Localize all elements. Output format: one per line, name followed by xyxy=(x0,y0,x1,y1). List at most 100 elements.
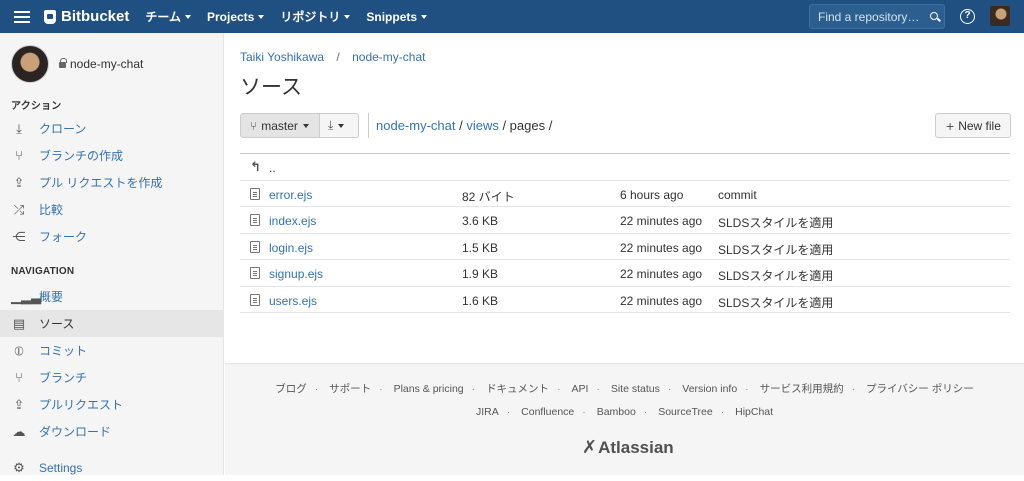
footer-link-api[interactable]: API xyxy=(571,383,588,395)
file-icon xyxy=(250,293,260,306)
table-row: index.ejs 3.6 KB 22 minutes ago SLDSスタイル… xyxy=(240,207,1010,234)
sidebar-item-label: 比較 xyxy=(39,203,64,217)
repo-header: node-my-chat xyxy=(11,45,143,83)
sidebar-item-create-pull-request[interactable]: ⇪ プル リクエストを作成 xyxy=(0,169,224,196)
overview-icon: ▁▂▃ xyxy=(11,288,41,304)
repo-avatar[interactable] xyxy=(11,45,49,83)
footer-link-jira[interactable]: JIRA xyxy=(476,406,499,418)
new-file-button[interactable]: + New file xyxy=(935,113,1011,138)
sidebar-item-compare[interactable]: ⤮ 比較 xyxy=(0,196,224,223)
sidebar-item-downloads[interactable]: ☁ ダウンロード xyxy=(0,418,224,445)
sidebar-item-clone[interactable]: ⤓ クローン xyxy=(0,115,224,142)
help-icon[interactable]: ? xyxy=(960,9,975,24)
sidebar-item-branches[interactable]: ⑂ ブランチ xyxy=(0,364,224,391)
search-placeholder: Find a repository… xyxy=(818,9,920,24)
chevron-down-icon xyxy=(421,14,428,19)
path-segment-current: / pages / xyxy=(498,118,553,133)
file-icon xyxy=(250,214,260,226)
footer-link-site-status[interactable]: Site status xyxy=(611,383,660,395)
chevron-down-icon xyxy=(338,123,345,128)
source-icon: ▤ xyxy=(12,315,26,331)
branch-icon: ⑂ xyxy=(15,370,23,385)
actions-heading: アクション xyxy=(11,101,62,112)
atlassian-wordmark: Atlassian xyxy=(598,437,674,457)
sidebar-item-label: 概要 xyxy=(39,290,64,304)
breadcrumb-repo[interactable]: node-my-chat xyxy=(352,50,425,64)
branch-selector-button[interactable]: ⑂ master xyxy=(240,113,320,138)
file-size: 82 バイト xyxy=(462,189,515,204)
file-icon xyxy=(250,267,260,279)
footer-link-support[interactable]: サポート xyxy=(329,383,371,395)
file-icon xyxy=(250,240,260,253)
table-row: users.ejs 1.6 KB 22 minutes ago SLDSスタイル… xyxy=(240,287,1010,313)
footer-link-version-info[interactable]: Version info xyxy=(682,383,737,395)
chevron-down-icon xyxy=(258,14,265,19)
sidebar-item-label: ダウンロード xyxy=(39,425,112,439)
search-icon[interactable] xyxy=(928,9,944,25)
file-name[interactable]: login.ejs xyxy=(269,241,313,255)
footer-link-privacy[interactable]: プライバシー ポリシー xyxy=(866,383,974,395)
table-row: login.ejs 1.5 KB 22 minutes ago SLDSスタイル… xyxy=(240,234,1010,260)
file-name[interactable]: error.ejs xyxy=(269,188,312,202)
repo-name[interactable]: node-my-chat xyxy=(59,57,143,71)
footer-link-pricing[interactable]: Plans & pricing xyxy=(394,383,464,395)
sidebar-item-overview[interactable]: ▁▂▃ 概要 xyxy=(0,283,224,310)
file-size: 1.9 KB xyxy=(462,267,499,281)
nav-teams[interactable]: チーム xyxy=(145,8,191,25)
sidebar-item-label: ソース xyxy=(39,317,75,331)
page-title: ソース xyxy=(240,76,302,99)
footer-link-docs[interactable]: ドキュメント xyxy=(486,383,549,395)
bitbucket-logo[interactable]: Bitbucket xyxy=(44,8,129,25)
menu-icon[interactable] xyxy=(14,8,30,26)
atlassian-logo[interactable]: ✗ Atlassian xyxy=(582,437,674,458)
repository-search-input[interactable]: Find a repository… xyxy=(809,4,945,29)
sidebar-item-label: プル リクエストを作成 xyxy=(39,176,163,190)
chevron-down-icon xyxy=(302,123,309,128)
commit-icon: ⦶ xyxy=(14,342,24,358)
footer-link-sourcetree[interactable]: SourceTree xyxy=(658,406,712,418)
breadcrumb: Taiki Yoshikawa / node-my-chat xyxy=(240,50,425,64)
fork-icon: ⋲ xyxy=(12,228,26,244)
path-segment-views[interactable]: views xyxy=(466,118,499,133)
file-size: 1.5 KB xyxy=(462,240,499,255)
sidebar-item-pull-requests[interactable]: ⇪ プルリクエスト xyxy=(0,391,224,418)
download-menu-button[interactable]: ⤓ xyxy=(319,113,359,138)
path-separator: / xyxy=(455,118,467,133)
parent-directory-link[interactable]: .. xyxy=(269,161,276,175)
file-path: node-my-chat / views / pages / xyxy=(376,118,552,133)
footer-link-hipchat[interactable]: HipChat xyxy=(735,406,773,418)
sidebar-item-label: クローン xyxy=(39,122,87,136)
file-name[interactable]: users.ejs xyxy=(269,294,317,308)
footer-links-products: JIRA · Confluence · Bamboo · SourceTree · Hi… xyxy=(475,406,774,418)
sidebar: node-my-chat アクション ⤓ クローン ⑂ ブランチの作成 ⇪ プル リク… xyxy=(0,33,224,475)
footer-link-bamboo[interactable]: Bamboo xyxy=(597,406,636,418)
path-segment-repo[interactable]: node-my-chat xyxy=(376,118,455,133)
footer-link-confluence[interactable]: Confluence xyxy=(521,406,574,418)
sidebar-item-settings[interactable]: ⚙ Settings xyxy=(0,454,224,481)
table-row-parent[interactable]: ↰ .. xyxy=(240,154,1010,181)
nav-repositories[interactable]: リポジトリ xyxy=(280,8,351,25)
sidebar-item-commits[interactable]: ⦶ コミット xyxy=(0,337,224,364)
file-name[interactable]: signup.ejs xyxy=(269,267,323,281)
sidebar-item-create-branch[interactable]: ⑂ ブランチの作成 xyxy=(0,142,224,169)
footer-link-blog[interactable]: ブログ xyxy=(275,383,307,395)
footer-link-terms[interactable]: サービス利用規約 xyxy=(760,383,844,395)
sidebar-item-source[interactable]: ▤ ソース xyxy=(0,310,224,337)
commit-message: SLDSスタイルを適用 xyxy=(718,269,834,283)
sidebar-item-fork[interactable]: ⋲ フォーク xyxy=(0,223,224,250)
nav-projects[interactable]: Projects xyxy=(207,10,265,24)
nav-snippets[interactable]: Snippets xyxy=(366,10,428,24)
sidebar-item-label: プルリクエスト xyxy=(39,398,124,412)
plus-icon: + xyxy=(946,117,955,134)
file-size: 1.6 KB xyxy=(462,293,499,308)
navigation-heading: NAVIGATION xyxy=(11,266,75,277)
file-time: 22 minutes ago xyxy=(620,214,703,228)
footer-links-primary: ブログ · サポート · Plans & pricing · ドキュメント · API ·… xyxy=(275,383,974,395)
commit-message: SLDSスタイルを適用 xyxy=(718,295,834,310)
file-name[interactable]: index.ejs xyxy=(269,214,316,228)
chevron-down-icon xyxy=(344,14,351,19)
user-avatar[interactable] xyxy=(990,6,1010,26)
file-time: 22 minutes ago xyxy=(620,240,703,255)
table-row: error.ejs 82 バイト 6 hours ago commit xyxy=(240,181,1010,207)
breadcrumb-owner[interactable]: Taiki Yoshikawa xyxy=(240,50,324,64)
